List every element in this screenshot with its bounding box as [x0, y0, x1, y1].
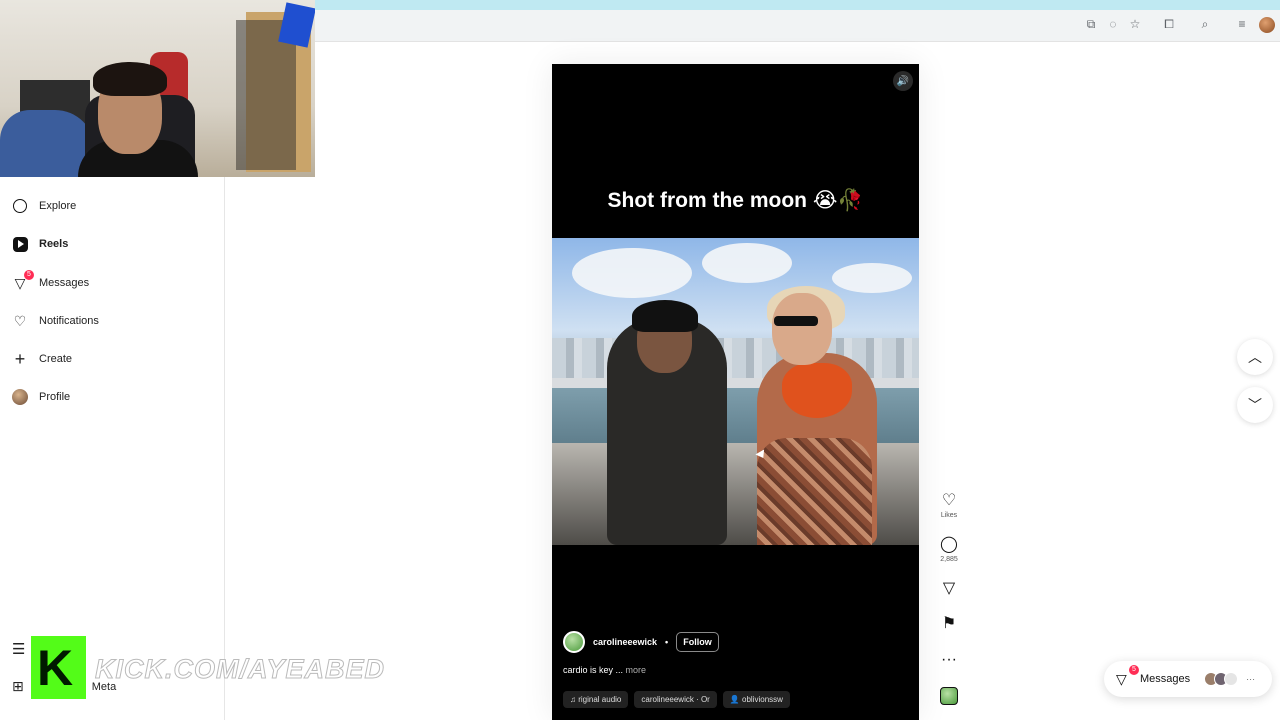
- follow-button[interactable]: Follow: [676, 632, 719, 652]
- sidebar-item-create[interactable]: + Create: [12, 347, 72, 371]
- heart-icon: ♡: [13, 312, 27, 329]
- sidebar-item-label: Explore: [39, 200, 77, 212]
- more-options-button[interactable]: ···: [930, 651, 968, 669]
- grid-icon: ⊞: [12, 678, 24, 694]
- creator-username[interactable]: carolineeewick: [593, 637, 657, 647]
- reel-creator-row: carolineeewick • Follow: [563, 631, 719, 653]
- reading-list-icon[interactable]: ≡: [1234, 16, 1250, 32]
- audio-row: ♫ riginal audio carolineeewick · Or 👤 ob…: [563, 691, 790, 708]
- like-button[interactable]: ♡ Likes: [930, 492, 968, 519]
- send-icon: ▽ 5: [12, 270, 34, 291]
- sidebar-item-label: Profile: [39, 391, 71, 403]
- reels-icon: [12, 236, 28, 252]
- comment-icon: ◯: [940, 536, 958, 553]
- volume-icon[interactable]: 🔊: [893, 71, 913, 91]
- reel-video-frame[interactable]: [552, 238, 919, 545]
- audio-thumbnail[interactable]: [940, 687, 958, 705]
- sidebar-item-explore[interactable]: Explore: [12, 194, 76, 218]
- sidebar-item-label: Notifications: [39, 315, 99, 327]
- more-link[interactable]: more: [626, 665, 647, 675]
- sidebar-item-label: Reels: [39, 238, 69, 250]
- more-icon: ···: [941, 651, 957, 668]
- eye-off-icon[interactable]: ◌: [1105, 16, 1121, 32]
- compass-icon: [12, 198, 28, 214]
- creator-avatar[interactable]: [563, 631, 585, 653]
- previous-reel-button[interactable]: ︿: [1237, 339, 1273, 375]
- messages-avatars: [1204, 672, 1239, 686]
- audio-chip[interactable]: ♫ riginal audio: [563, 691, 629, 708]
- extensions-icon[interactable]: ⧠: [1161, 16, 1177, 32]
- cast-icon[interactable]: ⧉: [1083, 16, 1099, 32]
- sidebar-item-reels[interactable]: Reels: [12, 232, 68, 256]
- chevron-down-icon: ﹀: [1248, 397, 1262, 413]
- audio-chip[interactable]: carolineeewick · Or: [634, 691, 717, 708]
- kick-url-watermark: KICK.COM/AYEABED: [94, 654, 386, 685]
- heart-icon: ♡: [941, 492, 957, 509]
- bookmark-icon: ⚑: [941, 615, 957, 632]
- send-icon: ▽ 5: [1116, 664, 1139, 688]
- comment-button[interactable]: ◯ 2,885: [930, 536, 968, 563]
- sidebar-item-label: Messages: [39, 277, 90, 289]
- avatar: [12, 389, 28, 405]
- webcam-overlay: [0, 0, 315, 177]
- reel-description: cardio is key ... more: [563, 665, 647, 675]
- reel-caption: Shot from the moon 😭🥀: [607, 189, 864, 212]
- kick-logo: K: [31, 636, 86, 699]
- share-button[interactable]: ▽: [930, 580, 968, 598]
- star-icon[interactable]: ☆: [1127, 16, 1143, 32]
- messages-pill[interactable]: ▽ 5 Messages ···: [1104, 661, 1272, 697]
- next-reel-button[interactable]: ﹀: [1237, 387, 1273, 423]
- hamburger-icon: ☰: [12, 641, 26, 658]
- sidebar-item-messages[interactable]: ▽ 5 Messages: [12, 270, 90, 295]
- plus-icon: +: [14, 348, 26, 369]
- sidebar-item-label: Create: [39, 353, 73, 365]
- message-count-badge: 5: [24, 270, 34, 280]
- sidebar-item-profile[interactable]: Profile: [12, 385, 70, 409]
- send-icon: ▽: [942, 580, 956, 597]
- sidebar-item-more[interactable]: ☰: [12, 640, 25, 658]
- browser-profile-avatar[interactable]: [1259, 17, 1275, 33]
- save-button[interactable]: ⚑: [930, 615, 968, 633]
- tab-search-icon[interactable]: ⌕: [1197, 16, 1213, 32]
- chevron-up-icon: ︿: [1248, 349, 1262, 365]
- sidebar-item-notifications[interactable]: ♡ Notifications: [12, 309, 99, 333]
- more-icon: ···: [1246, 674, 1256, 684]
- tagged-user-chip[interactable]: 👤 oblivionssw: [722, 691, 790, 708]
- browser-tab-strip: [315, 0, 1280, 10]
- reel-player[interactable]: 🔊 Shot from the moon 😭🥀 carolineeewick •…: [552, 64, 919, 720]
- messages-pill-label: Messages: [1140, 673, 1191, 685]
